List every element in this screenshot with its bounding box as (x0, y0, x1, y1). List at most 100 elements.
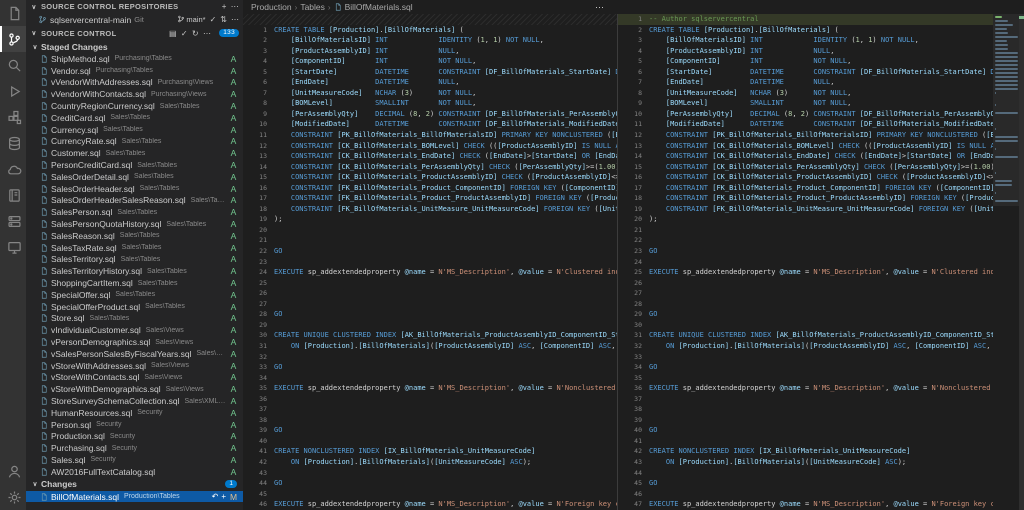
remote-explorer-icon[interactable] (0, 234, 26, 260)
file-row[interactable]: SpecialOffer.sqlSales\TablesA (26, 289, 243, 301)
code-line[interactable]: 16 CONSTRAINT [FK_BillOfMaterials_Produc… (243, 183, 617, 194)
code-line[interactable]: 45GO (618, 478, 993, 489)
code-line[interactable]: 26 (243, 288, 617, 299)
code-line[interactable]: 28 (618, 299, 993, 310)
file-row[interactable]: SalesReason.sqlSales\TablesA (26, 230, 243, 242)
account-icon[interactable] (0, 458, 26, 484)
breadcrumb-item[interactable]: Tables (300, 2, 325, 12)
code-line[interactable]: 16 CONSTRAINT [CK_BillOfMaterials_Produc… (618, 172, 993, 183)
code-line[interactable]: 4 [ProductAssemblyID] INT NULL, (618, 46, 993, 57)
code-line[interactable]: 11 [ModifiedDate] DATETIME CONSTRAINT [D… (618, 119, 993, 130)
code-line[interactable]: 45 (243, 489, 617, 500)
code-line[interactable]: 13 CONSTRAINT [CK_BillOfMaterials_BOMLev… (618, 141, 993, 152)
extensions-icon[interactable] (0, 104, 26, 130)
code-line[interactable]: 14 CONSTRAINT [CK_BillOfMaterials_EndDat… (618, 151, 993, 162)
sync-icon[interactable]: ⇅ (220, 15, 227, 24)
minimap-slider[interactable] (993, 14, 1019, 206)
file-row[interactable]: Vendor.sqlPurchasing\TablesA (26, 65, 243, 77)
file-row[interactable]: AW2016FullTextCatalog.sqlA (26, 466, 243, 478)
view-mode-icon[interactable]: ▤ (169, 29, 177, 38)
code-line[interactable]: 27 (618, 288, 993, 299)
code-line[interactable]: 6 [EndDate] DATETIME NULL, (243, 77, 617, 88)
file-row[interactable]: SalesPerson.sqlSales\TablesA (26, 206, 243, 218)
code-line[interactable]: 27 (243, 299, 617, 310)
code-line[interactable]: 33 (618, 352, 993, 363)
sql-server-icon[interactable] (0, 208, 26, 234)
editor-more-actions-icon[interactable]: ⋯ (595, 0, 604, 14)
code-line[interactable]: 2CREATE TABLE [Production].[BillOfMateri… (618, 25, 993, 36)
file-row[interactable]: CountryRegionCurrency.sqlSales\TablesA (26, 100, 243, 112)
code-line[interactable]: 36 (243, 394, 617, 405)
code-line[interactable]: 14 CONSTRAINT [CK_BillOfMaterials_PerAss… (243, 162, 617, 173)
code-line[interactable]: 10 [PerAssemblyQty] DECIMAL (8, 2) CONST… (618, 109, 993, 120)
code-line[interactable]: 41 (618, 436, 993, 447)
code-line[interactable]: 33GO (243, 362, 617, 373)
scrollbar-thumb[interactable] (1019, 14, 1024, 510)
code-line[interactable]: 20 (243, 225, 617, 236)
code-line[interactable]: 25EXECUTE sp_addextendedproperty @name =… (618, 267, 993, 278)
code-line[interactable]: 38 (618, 404, 993, 415)
file-row[interactable]: StoreSurveySchemaCollection.sqlSales\XML… (26, 395, 243, 407)
run-debug-icon[interactable] (0, 78, 26, 104)
code-line[interactable]: 44GO (243, 478, 617, 489)
code-line-added[interactable]: 1-- Author sqlservercentral (618, 14, 993, 25)
code-line[interactable]: 34GO (618, 362, 993, 373)
code-line[interactable]: 19 CONSTRAINT [FK_BillOfMaterials_UnitMe… (618, 204, 993, 215)
code-line[interactable]: 46EXECUTE sp_addextendedproperty @name =… (243, 499, 617, 510)
code-line[interactable]: 17 CONSTRAINT [FK_BillOfMaterials_Produc… (618, 183, 993, 194)
search-icon[interactable] (0, 52, 26, 78)
file-row[interactable]: vSalesPersonSalesByFiscalYears.sqlSales\… (26, 348, 243, 360)
editor-scrollbar[interactable] (1019, 14, 1024, 510)
file-row[interactable]: SpecialOfferProduct.sqlSales\TablesA (26, 301, 243, 313)
code-line[interactable]: 15 CONSTRAINT [CK_BillOfMaterials_PerAss… (618, 162, 993, 173)
file-row[interactable]: CreditCard.sqlSales\TablesA (26, 112, 243, 124)
code-line[interactable]: 12 CONSTRAINT [CK_BillOfMaterials_BOMLev… (243, 141, 617, 152)
file-row[interactable]: vPersonDemographics.sqlSales\ViewsA (26, 336, 243, 348)
commit-icon[interactable]: ✓ (210, 15, 217, 24)
code-line[interactable]: 10 [ModifiedDate] DATETIME CONSTRAINT [D… (243, 119, 617, 130)
code-line[interactable]: 7 [EndDate] DATETIME NULL, (618, 77, 993, 88)
file-row[interactable]: HumanResources.sqlSecurityA (26, 407, 243, 419)
code-line[interactable]: 42CREATE NONCLUSTERED INDEX [IX_BillOfMa… (618, 446, 993, 457)
more-actions-icon[interactable]: ⋯ (231, 15, 239, 24)
file-row[interactable]: vIndividualCustomer.sqlSales\ViewsA (26, 324, 243, 336)
code-line[interactable]: 40GO (618, 425, 993, 436)
code-line[interactable]: 30 (618, 320, 993, 331)
code-line[interactable]: 18 CONSTRAINT [FK_BillOfMaterials_Produc… (618, 193, 993, 204)
code-line[interactable]: 25 (243, 278, 617, 289)
code-line[interactable]: 12 CONSTRAINT [PK_BillOfMaterials_BillOf… (618, 130, 993, 141)
code-line[interactable]: 22GO (243, 246, 617, 257)
repositories-header[interactable]: ∨ SOURCE CONTROL REPOSITORIES + ⋯ (26, 0, 243, 13)
code-line[interactable]: 5 [StartDate] DATETIME CONSTRAINT [DF_Bi… (243, 67, 617, 78)
code-line[interactable]: 35 (618, 373, 993, 384)
code-line[interactable]: 2 [BillOfMaterialsID] INT IDENTITY (1, 1… (243, 35, 617, 46)
file-row[interactable]: BillOfMaterials.sqlProduction\Tables↶+M (26, 491, 243, 503)
file-row[interactable]: Store.sqlSales\TablesA (26, 313, 243, 325)
code-line[interactable]: 18 CONSTRAINT [FK_BillOfMaterials_UnitMe… (243, 204, 617, 215)
branch-indicator[interactable]: main* (177, 15, 205, 25)
file-row[interactable]: ShoppingCartItem.sqlSales\TablesA (26, 277, 243, 289)
notebooks-icon[interactable] (0, 182, 26, 208)
code-line[interactable]: 37 (618, 394, 993, 405)
file-row[interactable]: vStoreWithDemographics.sqlSales\ViewsA (26, 383, 243, 395)
code-line[interactable]: 21 (243, 235, 617, 246)
file-row[interactable]: vVendorWithAddresses.sqlPurchasing\Views… (26, 77, 243, 89)
file-row[interactable]: SalesOrderHeaderSalesReason.sqlSales\Tab… (26, 195, 243, 207)
scm-group-staged-changes[interactable]: ∨Staged Changes (26, 40, 243, 53)
file-row[interactable]: Production.sqlSecurityA (26, 431, 243, 443)
code-line[interactable]: 26 (618, 278, 993, 289)
file-row[interactable]: SalesOrderHeader.sqlSales\TablesA (26, 183, 243, 195)
code-line[interactable]: 35EXECUTE sp_addextendedproperty @name =… (243, 383, 617, 394)
code-line[interactable]: 11 CONSTRAINT [PK_BillOfMaterials_BillOf… (243, 130, 617, 141)
file-row[interactable]: vStoreWithContacts.sqlSales\ViewsA (26, 372, 243, 384)
code-line[interactable]: 21 (618, 225, 993, 236)
code-line[interactable]: 34 (243, 373, 617, 384)
code-line[interactable]: 17 CONSTRAINT [FK_BillOfMaterials_Produc… (243, 193, 617, 204)
scm-group-changes[interactable]: ∨Changes1 (26, 478, 243, 491)
minimap[interactable] (993, 14, 1019, 510)
file-row[interactable]: SalesTaxRate.sqlSales\TablesA (26, 242, 243, 254)
database-icon[interactable] (0, 130, 26, 156)
code-line[interactable]: 42 ON [Production].[BillOfMaterials]([Un… (243, 457, 617, 468)
code-line[interactable]: 6 [StartDate] DATETIME CONSTRAINT [DF_Bi… (618, 67, 993, 78)
code-line[interactable]: 40 (243, 436, 617, 447)
